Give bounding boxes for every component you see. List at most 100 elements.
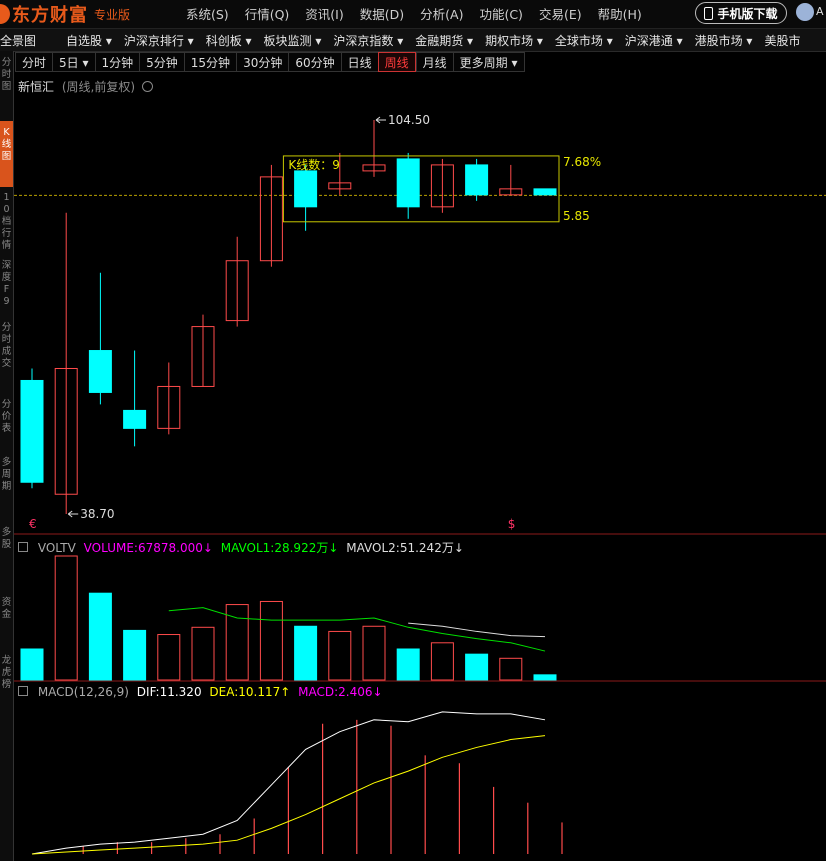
down-arrow-icon: ↓ <box>328 541 339 555</box>
nav-item-6[interactable]: 金融期货 ▾ <box>415 32 473 49</box>
main-menu: 系统(S) 行情(Q) 资讯(I) 数据(D) 分析(A) 功能(C) 交易(E) 帮助(H) <box>186 4 658 23</box>
range-low-label: 5.85 <box>563 209 590 223</box>
period-button-5[interactable]: 30分钟 <box>236 52 289 72</box>
mavol1-line <box>168 607 546 652</box>
nav-item-10[interactable]: 港股市场 ▾ <box>695 32 753 49</box>
left-strip-item-2[interactable]: 10档行情 <box>0 186 13 252</box>
menu-item-2[interactable]: 资讯(I) <box>305 4 343 23</box>
candle-body <box>123 409 147 429</box>
chart-title: 新恒汇 (周线,前复权) <box>18 78 153 95</box>
nav-item-9[interactable]: 沪深港通 ▾ <box>625 32 683 49</box>
checkbox-icon[interactable] <box>18 542 28 552</box>
high-price-label: 104.50 <box>388 113 430 127</box>
menu-item-6[interactable]: 交易(E) <box>539 4 582 23</box>
low-marker-arrow <box>67 510 79 518</box>
period-button-6[interactable]: 60分钟 <box>288 52 341 72</box>
candle-body <box>396 158 420 208</box>
volume-bar <box>157 634 181 681</box>
period-button-8[interactable]: 周线 <box>377 52 416 72</box>
app-logo[interactable]: 东方财富 专业版 <box>0 3 131 26</box>
high-marker-arrow <box>375 116 386 124</box>
avatar-text: A <box>816 5 824 18</box>
left-strip-item-7[interactable]: 多股 <box>0 521 13 587</box>
volume-bar <box>396 648 420 681</box>
period-button-4[interactable]: 15分钟 <box>183 52 237 72</box>
nav-item-2[interactable]: 沪深京排行 ▾ <box>124 32 194 49</box>
nav-item-5[interactable]: 沪深京指数 ▾ <box>333 32 403 49</box>
period-selector: 分时 5日 ▾ 1分钟 5分钟 15分钟 30分钟 60分钟 日线 周线 月线 更多周期 ▾ <box>15 52 525 72</box>
phone-icon <box>704 6 714 20</box>
volume-bar <box>191 626 215 681</box>
event-marker-left: € <box>29 517 37 531</box>
volume-bar <box>430 642 454 681</box>
volume-bar <box>328 630 352 681</box>
down-arrow-icon: ↓ <box>453 541 464 555</box>
range-percent-label: 7.68% <box>563 155 601 169</box>
checkbox-icon[interactable] <box>18 686 28 696</box>
menu-item-5[interactable]: 功能(C) <box>479 4 522 23</box>
volume-bar <box>465 653 489 681</box>
volume-indicator-name[interactable]: VOLTV <box>38 541 76 555</box>
menu-item-1[interactable]: 行情(Q) <box>245 4 290 23</box>
mobile-download-label: 手机版下载 <box>717 6 778 21</box>
left-strip-item-4[interactable]: 分时成交 <box>0 316 13 390</box>
macd-indicator-header: MACD(12,26,9) DIF:11.320 DEA:10.117↑ MAC… <box>18 685 383 699</box>
nav-item-7[interactable]: 期权市场 ▾ <box>485 32 543 49</box>
nav-item-3[interactable]: 科创板 ▾ <box>206 32 252 49</box>
menu-item-3[interactable]: 数据(D) <box>360 4 404 23</box>
nav-item-4[interactable]: 板块监测 ▾ <box>264 32 322 49</box>
period-button-1[interactable]: 5日 ▾ <box>52 52 95 72</box>
left-view-strip: 分时图 K线图10档行情深度F9分时成交分价表多周期多股资金龙虎榜 <box>0 51 14 861</box>
nav-item-8[interactable]: 全球市场 ▾ <box>555 32 613 49</box>
volume-bar <box>123 629 147 681</box>
volume-bar <box>259 600 283 681</box>
volume-bar <box>88 592 112 681</box>
logo-text: 东方财富 <box>12 5 88 26</box>
candle-body <box>88 350 112 393</box>
period-button-2[interactable]: 1分钟 <box>94 52 140 72</box>
up-arrow-icon: ↑ <box>280 685 291 699</box>
menu-item-0[interactable]: 系统(S) <box>186 4 229 23</box>
candle-count-label: K线数：9 <box>288 157 340 172</box>
mavol2-value: MAVOL2:51.242万 <box>346 541 454 555</box>
period-button-3[interactable]: 5分钟 <box>139 52 184 72</box>
nav-item-1[interactable]: 自选股 ▾ <box>66 32 112 49</box>
market-nav-bar: 全景图 自选股 ▾ 沪深京排行 ▾ 科创板 ▾ 板块监测 ▾ 沪深京指数 ▾ 金融期货 ▾ 期… <box>0 29 826 52</box>
period-button-0[interactable]: 分时 <box>15 52 53 72</box>
left-strip-item-5[interactable]: 分价表 <box>0 393 13 451</box>
mobile-download-button[interactable]: 手机版下载 <box>695 2 787 24</box>
left-strip-item-9[interactable]: 龙虎榜 <box>0 649 13 715</box>
chart-mode: (周线,前复权) <box>61 80 136 94</box>
nav-item-11[interactable]: 美股市 <box>764 32 800 49</box>
period-button-7[interactable]: 日线 <box>340 52 378 72</box>
volume-bar <box>362 625 386 681</box>
left-strip-item-8[interactable]: 资金 <box>0 591 13 647</box>
logo-mark-icon <box>0 4 10 24</box>
candle-body <box>20 379 44 483</box>
left-strip-item-1[interactable]: K线图 <box>0 121 13 187</box>
down-arrow-icon: ↓ <box>202 541 213 555</box>
menu-item-7[interactable]: 帮助(H) <box>598 4 642 23</box>
candle-body <box>533 188 557 196</box>
title-bar: 东方财富 专业版 系统(S) 行情(Q) 资讯(I) 数据(D) 分析(A) 功能(C) 交… <box>0 0 826 29</box>
macd-indicator-name[interactable]: MACD(12,26,9) <box>38 685 129 699</box>
gear-icon[interactable] <box>141 81 153 92</box>
left-strip-item-3[interactable]: 深度F9 <box>0 254 13 316</box>
volume-bar <box>20 648 44 681</box>
period-button-9[interactable]: 月线 <box>415 52 453 72</box>
kline-chart[interactable]: K线数：9 7.68% 5.85 104.50 38.70 € $ <box>14 96 826 861</box>
volume-bar <box>54 555 78 681</box>
user-avatar-icon[interactable] <box>796 3 814 21</box>
menu-item-4[interactable]: 分析(A) <box>420 4 463 23</box>
logo-subtitle: 专业版 <box>94 7 131 22</box>
volume-indicator-header: VOLTV VOLUME:67878.000↓ MAVOL1:28.922万↓ … <box>18 539 464 556</box>
candle-body <box>465 164 489 196</box>
nav-item-0[interactable]: 全景图 <box>0 32 36 49</box>
event-marker-right: $ <box>508 517 516 531</box>
dea-value: DEA:10.117 <box>209 685 281 699</box>
volume-bar <box>499 657 523 681</box>
left-strip-item-0[interactable]: 分时图 <box>0 51 13 119</box>
left-strip-item-6[interactable]: 多周期 <box>0 451 13 517</box>
candle-body <box>294 170 318 208</box>
period-button-10[interactable]: 更多周期 ▾ <box>452 52 525 72</box>
